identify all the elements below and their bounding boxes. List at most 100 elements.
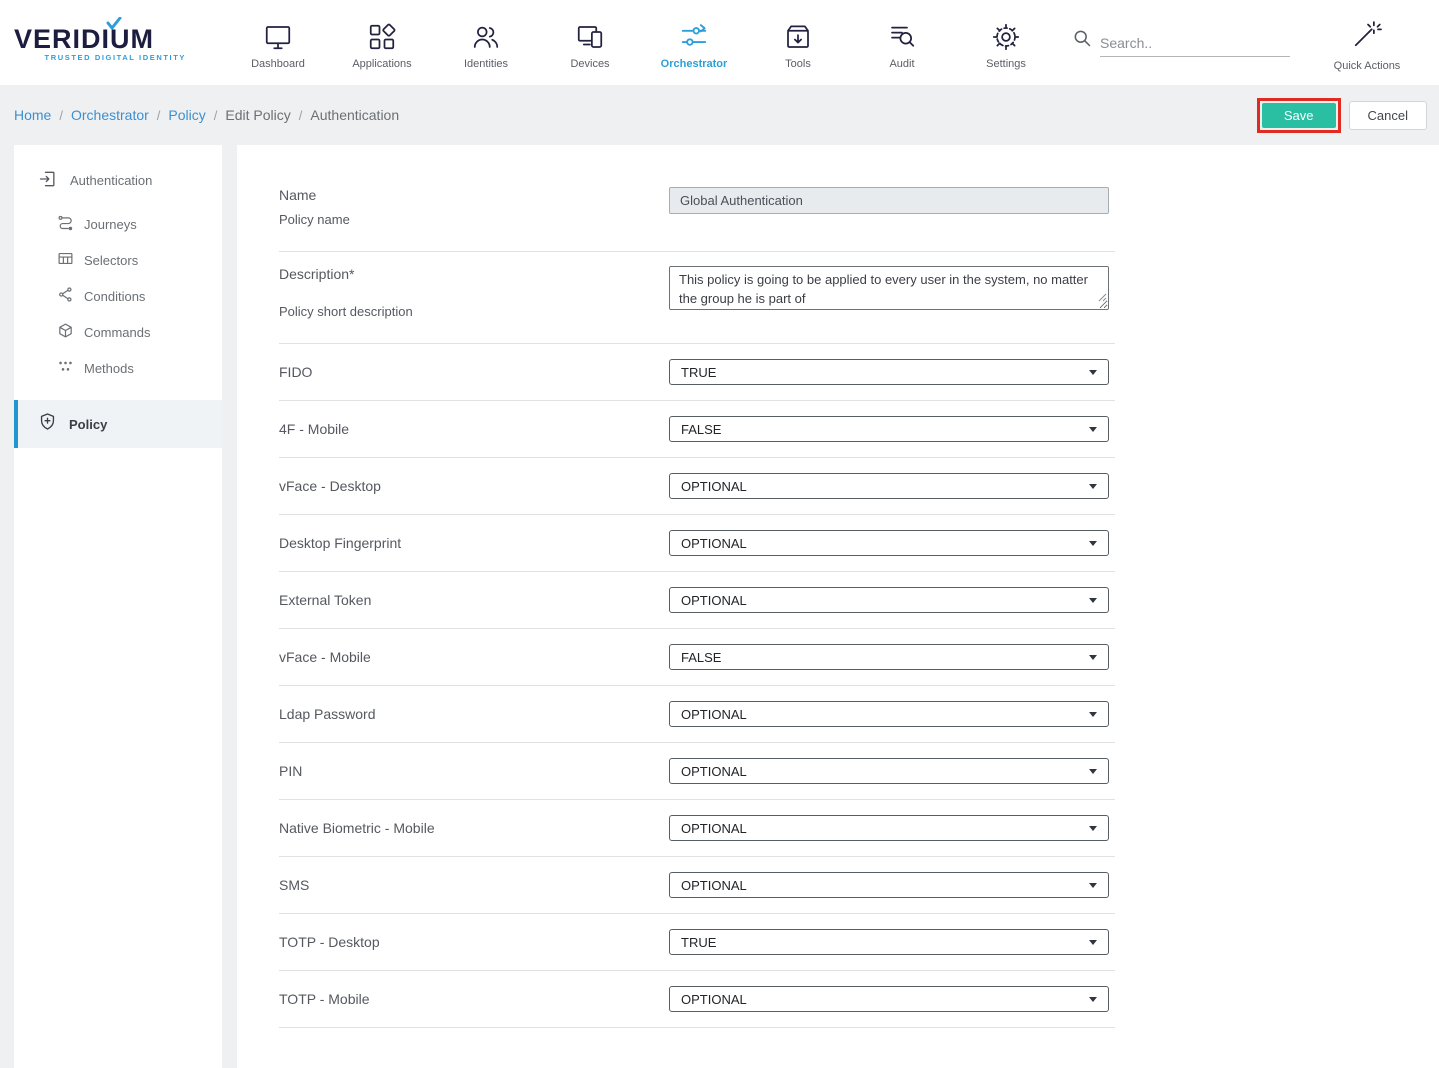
nav-item-applications[interactable]: Applications (330, 16, 434, 70)
vface-desktop-select[interactable]: OPTIONAL (669, 473, 1109, 499)
sidebar-item-label: Journeys (84, 217, 137, 232)
vface-mobile-select[interactable]: FALSE (669, 644, 1109, 670)
policy-name-input[interactable] (669, 187, 1109, 214)
cancel-button[interactable]: Cancel (1349, 101, 1427, 130)
field-label: External Token (279, 592, 669, 608)
nav-item-settings[interactable]: Settings (954, 16, 1058, 70)
field-label: Desktop Fingerprint (279, 535, 669, 551)
sidebar-item-selectors[interactable]: Selectors (14, 242, 222, 278)
external-token-select[interactable]: OPTIONAL (669, 587, 1109, 613)
chevron-down-icon (1089, 598, 1097, 603)
branch-icon (57, 286, 74, 306)
form-row-native-biometric-mobile: Native Biometric - Mobile OPTIONAL (279, 800, 1115, 857)
native-biometric-mobile-select[interactable]: OPTIONAL (669, 815, 1109, 841)
user-menu[interactable]: david (1410, 13, 1439, 72)
sidebar-item-methods[interactable]: Methods (14, 350, 222, 386)
main-nav: Dashboard Applications Identities Device… (226, 16, 1058, 70)
magic-wand-icon (1352, 19, 1382, 54)
form-row-totp-desktop: TOTP - Desktop TRUE (279, 914, 1115, 971)
devices-icon (574, 22, 606, 52)
policy-edit-form: Name Policy name Description* Policy sho… (237, 145, 1439, 1068)
top-navbar: VERIDIUM TRUSTED DIGITAL IDENTITY Dashbo… (0, 0, 1439, 85)
nav-item-tools[interactable]: Tools (746, 16, 850, 70)
orchestrator-icon (678, 22, 710, 52)
sidebar-item-label: Commands (84, 325, 150, 340)
save-button[interactable]: Save (1262, 103, 1336, 128)
sidebar-item-label: Selectors (84, 253, 138, 268)
breadcrumb-home[interactable]: Home (14, 107, 51, 123)
nav-item-audit[interactable]: Audit (850, 16, 954, 70)
chevron-down-icon (1089, 484, 1097, 489)
identities-icon (470, 22, 502, 52)
breadcrumb-policy[interactable]: Policy (168, 107, 205, 123)
save-highlight-annotation: Save (1257, 98, 1341, 133)
sidebar-item-label: Policy (69, 417, 107, 432)
field-label: FIDO (279, 364, 669, 380)
form-row-sms: SMS OPTIONAL (279, 857, 1115, 914)
field-sublabel: Policy short description (279, 304, 669, 319)
quick-actions-button[interactable]: Quick Actions (1324, 13, 1410, 72)
logo-check-icon (106, 17, 122, 36)
nav-item-identities[interactable]: Identities (434, 16, 538, 70)
journey-route-icon (57, 214, 74, 234)
form-row-external-token: External Token OPTIONAL (279, 572, 1115, 629)
chevron-down-icon (1089, 712, 1097, 717)
select-value: OPTIONAL (681, 479, 747, 494)
field-label: SMS (279, 877, 669, 893)
form-row-desktop-fingerprint: Desktop Fingerprint OPTIONAL (279, 515, 1115, 572)
applications-icon (366, 22, 398, 52)
nav-item-orchestrator[interactable]: Orchestrator (642, 16, 746, 70)
sms-select[interactable]: OPTIONAL (669, 872, 1109, 898)
chevron-down-icon (1089, 769, 1097, 774)
nav-item-label: Tools (785, 58, 811, 70)
totp-desktop-select[interactable]: TRUE (669, 929, 1109, 955)
search-input[interactable] (1100, 29, 1290, 57)
sidebar-item-conditions[interactable]: Conditions (14, 278, 222, 314)
cube-icon (57, 322, 74, 342)
field-label: Description* (279, 266, 669, 282)
logo-text: VERIDIUM (14, 24, 186, 55)
breadcrumb-separator: / (214, 108, 218, 123)
ldap-password-select[interactable]: OPTIONAL (669, 701, 1109, 727)
fido-select[interactable]: TRUE (669, 359, 1109, 385)
sidebar-item-label: Methods (84, 361, 134, 376)
totp-mobile-select[interactable]: OPTIONAL (669, 986, 1109, 1012)
nav-item-label: Audit (889, 58, 914, 70)
audit-icon (886, 22, 918, 52)
field-label: Name (279, 187, 669, 203)
form-row-fido: FIDO TRUE (279, 344, 1115, 401)
field-label: 4F - Mobile (279, 421, 669, 437)
nav-item-dashboard[interactable]: Dashboard (226, 16, 330, 70)
policy-description-textarea[interactable]: This policy is going to be applied to ev… (669, 266, 1109, 310)
pin-select[interactable]: OPTIONAL (669, 758, 1109, 784)
desktop-fingerprint-select[interactable]: OPTIONAL (669, 530, 1109, 556)
shield-policy-icon (38, 412, 57, 436)
breadcrumb-orchestrator[interactable]: Orchestrator (71, 107, 149, 123)
sidebar-item-label: Conditions (84, 289, 145, 304)
sidebar-item-commands[interactable]: Commands (14, 314, 222, 350)
header-right: Quick Actions david (1324, 13, 1439, 72)
login-arrow-icon (38, 169, 58, 192)
field-label: Ldap Password (279, 706, 669, 722)
field-sublabel: Policy name (279, 212, 669, 227)
select-value: TRUE (681, 365, 716, 380)
chevron-down-icon (1089, 940, 1097, 945)
nav-item-label: Orchestrator (661, 58, 728, 70)
form-row-name: Name Policy name (279, 173, 1115, 252)
4f-mobile-select[interactable]: FALSE (669, 416, 1109, 442)
chevron-down-icon (1089, 541, 1097, 546)
select-value: OPTIONAL (681, 878, 747, 893)
sidebar-item-authentication[interactable]: Authentication (14, 161, 222, 206)
select-value: OPTIONAL (681, 992, 747, 1007)
sidebar-item-policy[interactable]: Policy (14, 400, 222, 448)
field-label: vFace - Desktop (279, 478, 669, 494)
form-row-totp-mobile: TOTP - Mobile OPTIONAL (279, 971, 1115, 1028)
select-value: OPTIONAL (681, 593, 747, 608)
select-value: OPTIONAL (681, 707, 747, 722)
dashboard-icon (262, 22, 294, 52)
nav-item-devices[interactable]: Devices (538, 16, 642, 70)
field-label: TOTP - Desktop (279, 934, 669, 950)
sidebar-item-journeys[interactable]: Journeys (14, 206, 222, 242)
dots-cluster-icon (57, 358, 74, 378)
veridium-logo[interactable]: VERIDIUM TRUSTED DIGITAL IDENTITY (14, 24, 186, 62)
